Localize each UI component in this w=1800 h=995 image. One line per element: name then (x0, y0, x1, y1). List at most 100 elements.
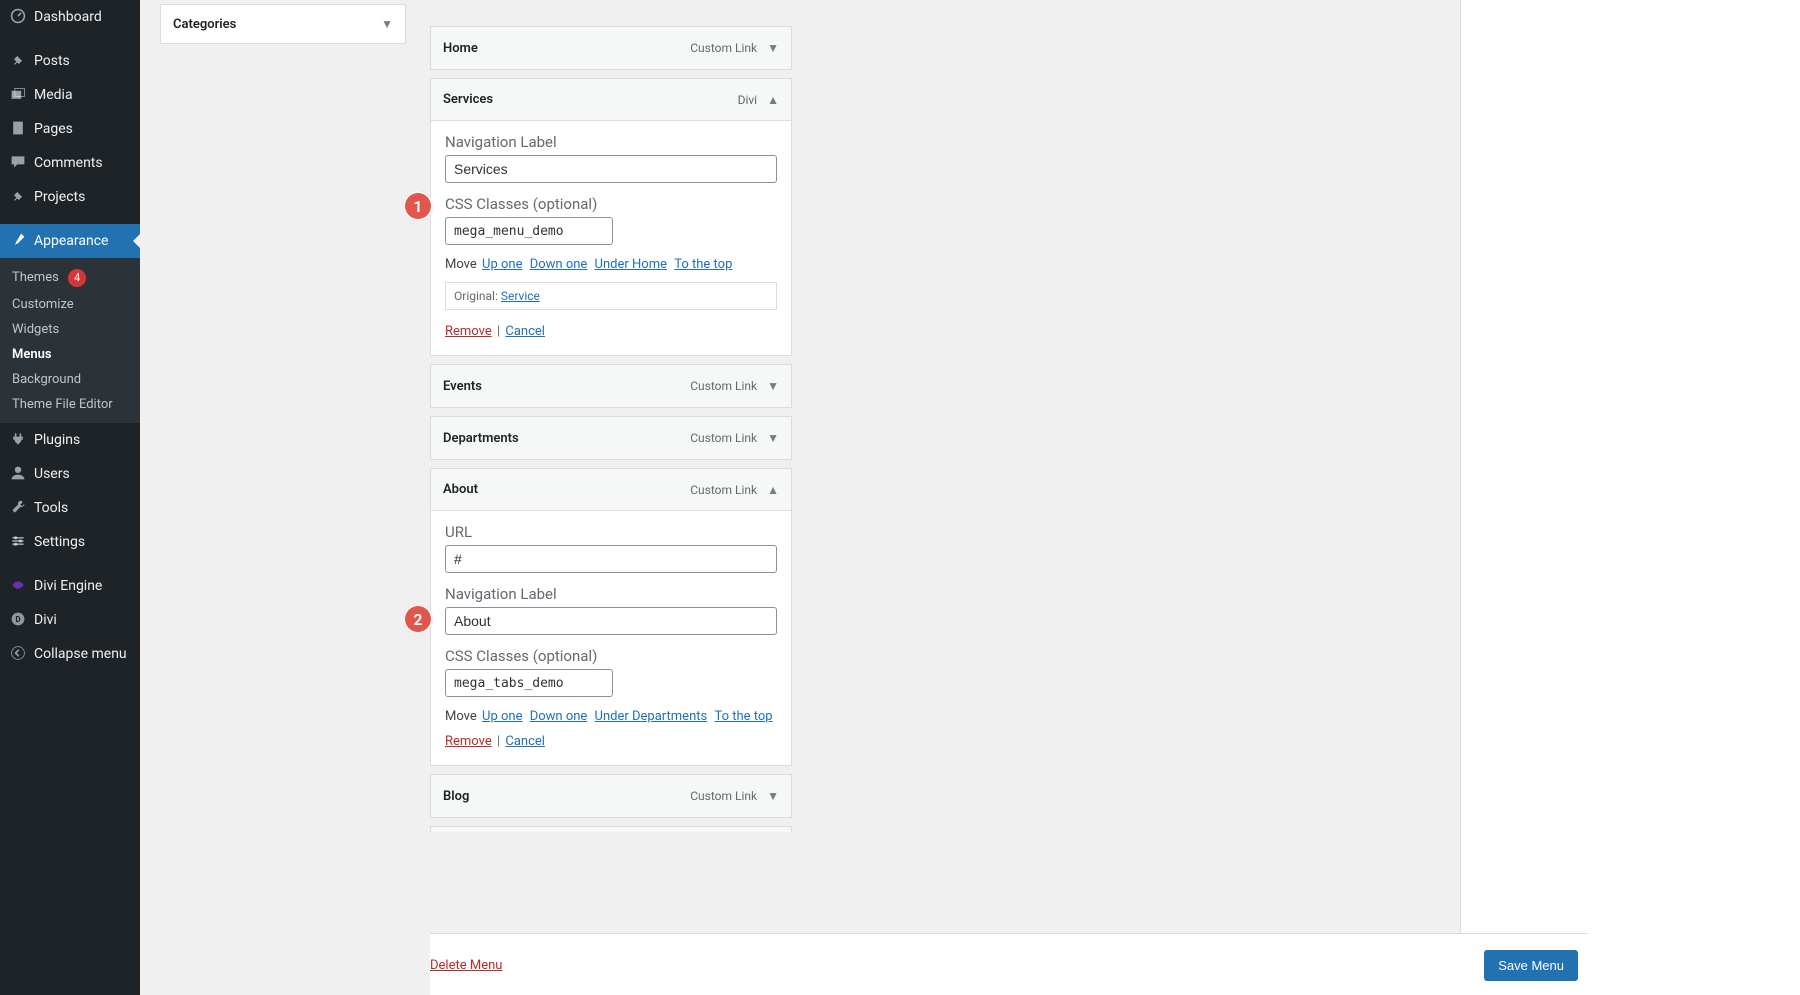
sidebar-item-comments[interactable]: Comments (0, 146, 140, 180)
annotation-1: 1 (403, 191, 433, 221)
admin-sidebar: Dashboard Posts Media Pages Comments Pro… (0, 0, 140, 995)
move-top-link[interactable]: To the top (714, 709, 772, 724)
remove-link[interactable]: Remove (445, 734, 492, 749)
dashboard-icon (8, 8, 28, 27)
chevron-down-icon: ▼ (381, 17, 393, 31)
save-menu-button[interactable]: Save Menu (1484, 950, 1578, 981)
submenu-item-theme-file-editor[interactable]: Theme File Editor (0, 392, 140, 417)
menu-footer: Delete Menu Save Menu (430, 933, 1588, 995)
pin-icon (8, 52, 28, 71)
cancel-link[interactable]: Cancel (505, 734, 545, 749)
sidebar-item-posts[interactable]: Posts (0, 44, 140, 78)
sidebar-item-divi[interactable]: D Divi (0, 603, 140, 637)
menu-item-bar[interactable]: Departments Custom Link ▼ (431, 417, 791, 459)
nav-label-input[interactable] (445, 155, 777, 183)
menu-item-departments[interactable]: Departments Custom Link ▼ (430, 416, 792, 460)
chevron-down-icon[interactable]: ▼ (767, 379, 779, 393)
menu-item-bar[interactable]: Home Custom Link ▼ (431, 27, 791, 69)
nav-label-input[interactable] (445, 607, 777, 635)
sidebar-item-label: Tools (34, 500, 68, 516)
menu-item-bar[interactable]: Events Custom Link ▼ (431, 365, 791, 407)
chevron-up-icon[interactable]: ▲ (767, 483, 779, 497)
sidebar-item-label: Dashboard (34, 9, 102, 25)
move-label: Move (445, 257, 477, 272)
sidebar-item-appearance[interactable]: Appearance (0, 224, 140, 258)
move-row: Move Up one Down one Under Departments T… (445, 709, 777, 724)
submenu-item-widgets[interactable]: Widgets (0, 317, 140, 342)
chevron-down-icon[interactable]: ▼ (767, 41, 779, 55)
move-row: Move Up one Down one Under Home To the t… (445, 257, 777, 272)
sidebar-item-pages[interactable]: Pages (0, 112, 140, 146)
move-up-link[interactable]: Up one (482, 709, 522, 724)
move-down-link[interactable]: Down one (530, 709, 588, 724)
submenu-item-themes[interactable]: Themes 4 (0, 264, 140, 292)
collapse-icon (8, 645, 28, 664)
separator: | (497, 734, 500, 749)
delete-menu-link[interactable]: Delete Menu (430, 958, 502, 973)
move-up-link[interactable]: Up one (482, 257, 522, 272)
move-top-link[interactable]: To the top (674, 257, 732, 272)
menu-item-about[interactable]: About Custom Link ▲ URL Navigation Label… (430, 468, 792, 766)
chevron-down-icon[interactable]: ▼ (767, 789, 779, 803)
move-under-link[interactable]: Under Departments (595, 709, 708, 724)
cancel-link[interactable]: Cancel (505, 324, 545, 339)
submenu-item-menus[interactable]: Menus (0, 342, 140, 367)
menu-item-type: Divi (738, 93, 758, 107)
sidebar-item-settings[interactable]: Settings (0, 525, 140, 559)
sidebar-item-plugins[interactable]: Plugins (0, 423, 140, 457)
sidebar-item-tools[interactable]: Tools (0, 491, 140, 525)
css-classes-input[interactable] (445, 217, 613, 245)
menu-item-bar[interactable]: Blog Custom Link ▼ (431, 775, 791, 817)
main-content: Categories ▼ Home Custom Link ▼ Services… (140, 0, 1800, 995)
sidebar-item-users[interactable]: Users (0, 457, 140, 491)
categories-section-header[interactable]: Categories ▼ (161, 5, 405, 43)
sidebar-item-divi-engine[interactable]: Divi Engine (0, 569, 140, 603)
move-label: Move (445, 709, 477, 724)
sidebar-item-projects[interactable]: Projects (0, 180, 140, 214)
menu-item-type: Custom Link (690, 41, 757, 55)
original-box: Original: Service (445, 282, 777, 310)
sidebar-item-dashboard[interactable]: Dashboard (0, 0, 140, 34)
sidebar-item-label: Divi Engine (34, 578, 102, 594)
menu-item-title: Home (443, 41, 478, 56)
url-input[interactable] (445, 545, 777, 573)
move-under-link[interactable]: Under Home (595, 257, 667, 272)
menu-item-title: About (443, 482, 478, 497)
menu-item-events[interactable]: Events Custom Link ▼ (430, 364, 792, 408)
submenu-item-label: Widgets (12, 322, 59, 337)
menu-item-bar[interactable]: About Custom Link ▲ (431, 469, 791, 511)
menu-item-home[interactable]: Home Custom Link ▼ (430, 26, 792, 70)
nav-label-label: Navigation Label (445, 585, 777, 603)
original-link[interactable]: Service (501, 289, 540, 303)
sidebar-item-label: Divi (34, 612, 57, 628)
menu-item-services[interactable]: Services Divi ▲ Navigation Label CSS Cla… (430, 78, 792, 356)
submenu-item-background[interactable]: Background (0, 367, 140, 392)
divi-engine-icon (8, 577, 28, 596)
move-down-link[interactable]: Down one (530, 257, 588, 272)
menu-item-settings: Navigation Label CSS Classes (optional) … (431, 121, 791, 355)
sidebar-item-label: Appearance (34, 233, 108, 249)
submenu-item-customize[interactable]: Customize (0, 292, 140, 317)
settings-icon (8, 533, 28, 552)
menu-item-title: Events (443, 379, 482, 394)
css-classes-input[interactable] (445, 669, 613, 697)
menu-item-bar[interactable]: Services Divi ▲ (431, 79, 791, 121)
menu-item-partial (430, 826, 792, 832)
sidebar-item-label: Users (34, 466, 70, 482)
chevron-down-icon[interactable]: ▼ (767, 431, 779, 445)
remove-link[interactable]: Remove (445, 324, 492, 339)
menu-item-title: Blog (443, 789, 469, 804)
menu-item-blog[interactable]: Blog Custom Link ▼ (430, 774, 792, 818)
sidebar-item-media[interactable]: Media (0, 78, 140, 112)
submenu-item-label: Background (12, 372, 81, 387)
sidebar-item-label: Media (34, 87, 73, 103)
update-badge: 4 (68, 269, 86, 287)
chevron-up-icon[interactable]: ▲ (767, 93, 779, 107)
url-label: URL (445, 523, 777, 541)
menu-item-type: Custom Link (690, 431, 757, 445)
sidebar-item-collapse[interactable]: Collapse menu (0, 637, 140, 671)
submenu-item-label: Themes (12, 270, 59, 285)
sidebar-item-label: Posts (34, 53, 70, 69)
remove-row: Remove | Cancel (445, 324, 777, 339)
remove-row: Remove | Cancel (445, 734, 777, 749)
